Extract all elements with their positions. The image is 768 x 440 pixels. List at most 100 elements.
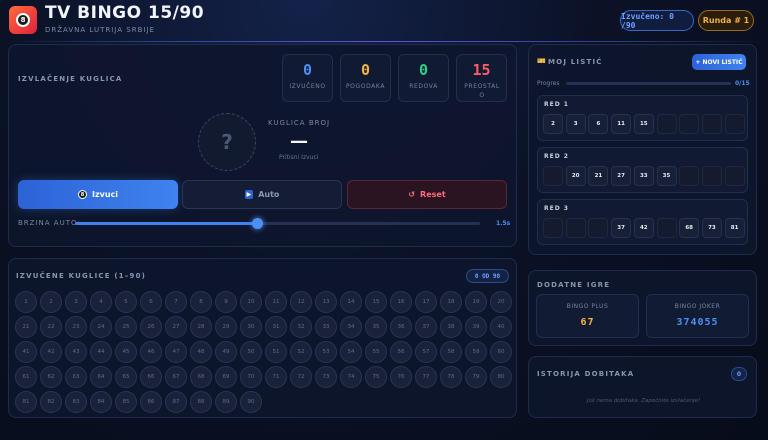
number-cell: 15 bbox=[633, 114, 654, 134]
empty-cell bbox=[724, 166, 745, 186]
number-ball: 57 bbox=[415, 341, 437, 363]
number-ball: 78 bbox=[440, 366, 462, 388]
current-ball: ? bbox=[198, 113, 256, 171]
empty-cell bbox=[656, 218, 677, 238]
number-cell: 20 bbox=[565, 166, 586, 186]
bingo-joker-label: BINGO JOKER bbox=[674, 303, 721, 310]
number-ball: 4 bbox=[90, 291, 112, 313]
draw-panel: IZVLAČENJE KUGLICA 0 IZVUČENO 0 POGODAKA… bbox=[8, 44, 517, 247]
number-ball: 48 bbox=[190, 341, 212, 363]
number-ball: 17 bbox=[415, 291, 437, 313]
number-ball: 75 bbox=[365, 366, 387, 388]
stat-value: 15 bbox=[472, 61, 491, 79]
number-ball: 11 bbox=[265, 291, 287, 313]
number-ball: 27 bbox=[165, 316, 187, 338]
number-ball: 13 bbox=[315, 291, 337, 313]
empty-cell bbox=[656, 114, 677, 134]
number-ball: 46 bbox=[140, 341, 162, 363]
reset-button[interactable]: ↺ Reset bbox=[347, 180, 507, 209]
drawn-count-badge: Izvučeno: 0 /90 bbox=[620, 10, 694, 31]
number-ball: 21 bbox=[15, 316, 37, 338]
ticket-row-2: RED 2 20 21 27 33 35 bbox=[537, 147, 748, 193]
number-cell: 68 bbox=[679, 218, 700, 238]
number-ball: 54 bbox=[340, 341, 362, 363]
number-ball: 84 bbox=[90, 391, 112, 413]
number-cell: 33 bbox=[633, 166, 654, 186]
stat-label: PREOSTAL O bbox=[464, 83, 500, 99]
number-ball: 89 bbox=[215, 391, 237, 413]
new-ticket-button[interactable]: + NOVI LISTIĆ bbox=[692, 54, 746, 70]
number-ball: 28 bbox=[190, 316, 212, 338]
ticket-title: MOJ LISTIĆ bbox=[548, 58, 603, 66]
bingo-plus-label: BINGO PLUS bbox=[566, 303, 609, 310]
number-ball: 15 bbox=[365, 291, 387, 313]
number-cell: 2 bbox=[543, 114, 563, 134]
number-ball: 31 bbox=[265, 316, 287, 338]
number-ball: 53 bbox=[315, 341, 337, 363]
number-ball: 66 bbox=[140, 366, 162, 388]
empty-cell bbox=[588, 218, 609, 238]
number-ball: 32 bbox=[290, 316, 312, 338]
stat-value: 0 bbox=[418, 61, 429, 79]
number-ball: 73 bbox=[315, 366, 337, 388]
draw-button[interactable]: 8 Izvuci bbox=[18, 180, 178, 209]
win-history-empty: Još nema dobitaka. Započnite izvlačenje! bbox=[586, 398, 701, 404]
number-ball: 24 bbox=[90, 316, 112, 338]
number-ball: 59 bbox=[465, 341, 487, 363]
number-ball: 3 bbox=[65, 291, 87, 313]
drawn-numbers-title: IZVUČENE KUGLICE (1–90) bbox=[16, 272, 147, 280]
speed-slider-thumb[interactable] bbox=[252, 218, 264, 229]
empty-cell bbox=[679, 166, 700, 186]
bingo-ball-icon: 8 bbox=[16, 13, 30, 27]
number-cell: 73 bbox=[701, 218, 722, 238]
bingo-joker-box: BINGO JOKER 374055 bbox=[646, 294, 749, 338]
number-ball: 26 bbox=[140, 316, 162, 338]
stat-remaining: 15 PREOSTAL O bbox=[456, 54, 507, 102]
number-ball: 47 bbox=[165, 341, 187, 363]
number-ball: 52 bbox=[290, 341, 312, 363]
number-ball: 81 bbox=[15, 391, 37, 413]
number-ball: 64 bbox=[90, 366, 112, 388]
number-ball: 65 bbox=[115, 366, 137, 388]
ball-number-value: — bbox=[290, 131, 308, 152]
reset-icon: ↺ bbox=[408, 190, 416, 199]
question-mark-icon: ? bbox=[221, 130, 233, 154]
number-ball: 83 bbox=[65, 391, 87, 413]
empty-cell bbox=[543, 166, 563, 186]
number-ball: 42 bbox=[40, 341, 62, 363]
number-ball: 45 bbox=[115, 341, 137, 363]
ticket-row-3: RED 3 37 42 68 73 81 bbox=[537, 199, 748, 245]
number-ball: 70 bbox=[240, 366, 262, 388]
auto-button[interactable]: ▶ Auto bbox=[182, 180, 342, 209]
drawn-numbers-panel: IZVUČENE KUGLICE (1–90) 0 OD 90 12345678… bbox=[8, 258, 517, 418]
number-ball: 90 bbox=[240, 391, 262, 413]
ticket-icon: 🎫 bbox=[537, 57, 546, 65]
number-cell: 42 bbox=[633, 218, 654, 238]
app-title: TV BINGO 15/90 bbox=[45, 3, 205, 23]
number-ball: 86 bbox=[140, 391, 162, 413]
number-ball: 76 bbox=[390, 366, 412, 388]
ball-number-label: KUGLICA BROJ bbox=[268, 119, 331, 127]
progress-label: Progres bbox=[537, 80, 560, 87]
number-ball: 37 bbox=[415, 316, 437, 338]
number-ball: 29 bbox=[215, 316, 237, 338]
speed-label: BRZINA AUTO: bbox=[18, 219, 81, 227]
reset-button-label: Reset bbox=[420, 190, 446, 199]
round-badge: Runda # 1 bbox=[698, 10, 754, 31]
progress-bar bbox=[566, 82, 731, 85]
number-ball: 80 bbox=[490, 366, 512, 388]
number-ball: 82 bbox=[40, 391, 62, 413]
number-ball: 50 bbox=[240, 341, 262, 363]
number-ball: 58 bbox=[440, 341, 462, 363]
number-ball: 67 bbox=[165, 366, 187, 388]
number-ball: 30 bbox=[240, 316, 262, 338]
number-ball: 22 bbox=[40, 316, 62, 338]
draw-panel-title: IZVLAČENJE KUGLICA bbox=[18, 75, 123, 83]
number-ball: 36 bbox=[390, 316, 412, 338]
stat-drawn: 0 IZVUČENO bbox=[282, 54, 333, 102]
bingo-plus-box: BINGO PLUS 67 bbox=[536, 294, 639, 338]
number-ball: 88 bbox=[190, 391, 212, 413]
play-icon: ▶ bbox=[244, 190, 254, 199]
number-ball: 41 bbox=[15, 341, 37, 363]
bingo-ball-icon: 8 bbox=[77, 190, 87, 199]
